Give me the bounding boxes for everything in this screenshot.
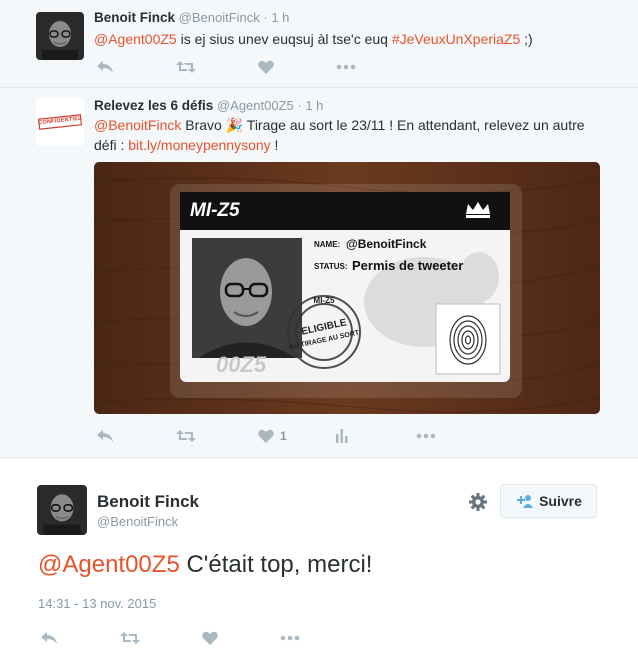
reply-icon (97, 430, 113, 442)
author-handle[interactable]: @BenoitFinck (179, 10, 260, 25)
retweet-icon (176, 430, 196, 442)
author-name[interactable]: Benoit Finck (97, 492, 199, 512)
focused-tweet: Benoit Finck @BenoitFinck Suivre @Agent0… (0, 458, 638, 663)
tweet-body-end: ! (270, 137, 279, 153)
retweet-icon (120, 632, 140, 644)
tweet-body: Bravo (181, 117, 226, 133)
tweet-body-end: ;) (520, 31, 533, 47)
like-button[interactable]: 1 (258, 426, 287, 446)
stamp-top: MI-Z5 (313, 296, 335, 305)
reply-button[interactable] (40, 628, 58, 648)
card-status-label: STATUS: (314, 262, 348, 271)
retweet-icon (176, 61, 196, 73)
more-icon (280, 635, 300, 641)
more-icon (336, 64, 356, 70)
card-status-value: Permis de tweeter (352, 258, 464, 273)
reply-button[interactable] (96, 426, 114, 446)
more-icon (416, 433, 436, 439)
settings-button[interactable] (469, 493, 487, 516)
tweet-text: @BenoitFinck Bravo 🎉 Tirage au sort le 2… (94, 115, 604, 155)
card-name-label: NAME: (314, 240, 341, 249)
mention-link[interactable]: @Agent00Z5 (38, 551, 180, 578)
retweet-button[interactable] (176, 57, 196, 77)
mention-link[interactable]: @BenoitFinck (94, 117, 181, 133)
avatar-photo (36, 12, 84, 60)
tweet-text: @Agent00Z5 is ej sius unev euqsuj àl tse… (94, 29, 604, 49)
tweet-timestamp[interactable]: 14:31 - 13 nov. 2015 (38, 596, 156, 611)
like-button[interactable] (258, 57, 274, 77)
card-name-value: @BenoitFinck (346, 237, 427, 251)
tweet-header: Benoit Finck @BenoitFinck · 1 h (94, 10, 289, 25)
author-name[interactable]: Relevez les 6 défis (94, 98, 213, 113)
like-count: 1 (280, 429, 287, 443)
author-handle[interactable]: @BenoitFinck (97, 514, 178, 529)
follow-label: Suivre (539, 493, 582, 509)
author-name[interactable]: Benoit Finck (94, 10, 175, 25)
id-card-photo (94, 162, 600, 414)
analytics-icon (336, 429, 348, 443)
tweet-body: is ej sius unev euqsuj àl tse'c euq (176, 31, 392, 47)
heart-icon (258, 60, 274, 74)
tweet-body: C'était top, merci! (179, 551, 373, 578)
analytics-button[interactable] (336, 426, 348, 446)
author-handle[interactable]: @Agent00Z5 (217, 98, 294, 113)
card-code: 00Z5 (216, 352, 267, 377)
more-button[interactable] (336, 57, 356, 77)
avatar-photo (37, 485, 87, 535)
tweet-header: Relevez les 6 défis @Agent00Z5 · 1 h (94, 98, 323, 113)
tweet-time[interactable]: · 1 h (263, 10, 289, 25)
tweet-media-image[interactable]: MI-Z5 NAME: @BenoitFinck STATUS: Permis … (94, 162, 600, 414)
more-button[interactable] (416, 426, 436, 446)
retweet-button[interactable] (176, 426, 196, 446)
card-brand: MI-Z5 (190, 200, 240, 221)
tweet-time[interactable]: · 1 h (297, 98, 323, 113)
follow-button[interactable]: Suivre (500, 484, 597, 518)
like-button[interactable] (202, 628, 218, 648)
party-emoji: 🎉 (225, 117, 244, 133)
reply-icon (97, 61, 113, 73)
heart-icon (202, 631, 218, 645)
more-button[interactable] (280, 628, 300, 648)
gear-icon (469, 493, 487, 511)
avatar[interactable] (37, 485, 87, 535)
tweet-benoit[interactable]: Benoit Finck @BenoitFinck · 1 h @Agent00… (0, 0, 638, 88)
follow-person-icon (517, 495, 534, 508)
tweet-agent[interactable]: CONFIDENTIEL Relevez les 6 défis @Agent0… (0, 88, 638, 458)
mention-link[interactable]: @Agent00Z5 (94, 31, 177, 47)
avatar[interactable] (36, 12, 84, 60)
reply-icon (41, 632, 57, 644)
hashtag-link[interactable]: #JeVeuxUnXperiaZ5 (392, 31, 520, 47)
tweet-text: @Agent00Z5 C'était top, merci! (38, 549, 372, 581)
url-link[interactable]: bit.ly/moneypennysony (128, 137, 270, 153)
retweet-button[interactable] (120, 628, 140, 648)
heart-icon (258, 429, 274, 443)
reply-button[interactable] (96, 57, 114, 77)
